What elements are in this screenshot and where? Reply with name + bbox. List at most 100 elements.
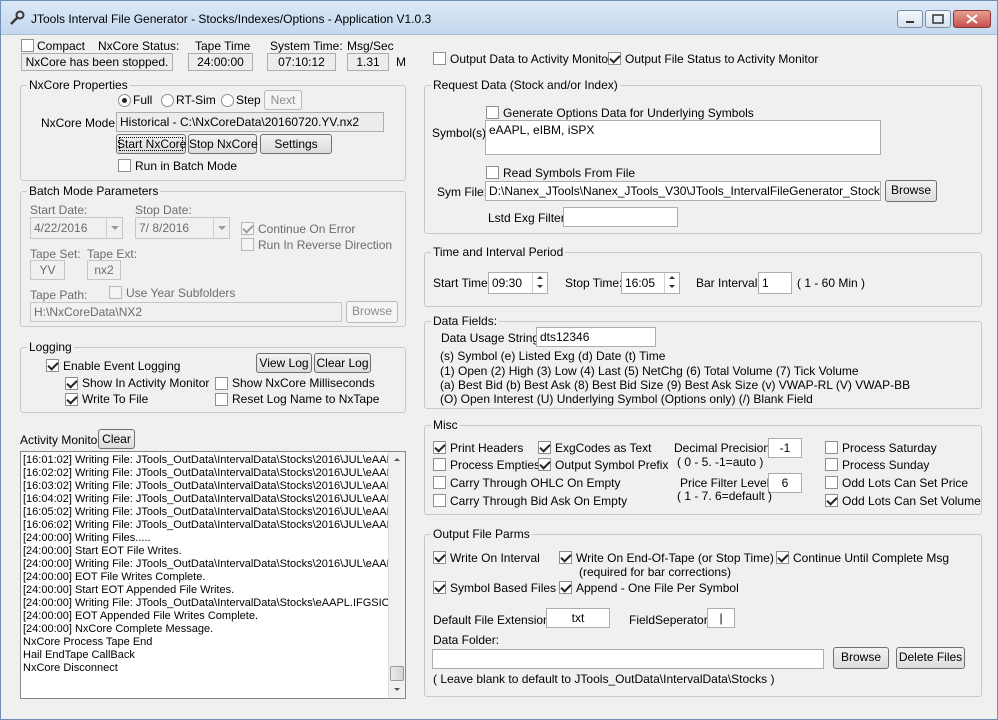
nxcore-status-value: NxCore has been stopped. [21, 53, 173, 71]
decimal-precision-hint: ( 0 - 5. -1=auto ) [677, 455, 764, 469]
delete-files-button[interactable]: Delete Files [896, 647, 965, 669]
symbol-based-files-checkbox[interactable] [433, 581, 446, 594]
system-time-label: System Time: [270, 39, 343, 53]
symbol-based-files-label: Symbol Based Files [450, 581, 557, 595]
price-filter-input[interactable]: 6 [768, 473, 802, 493]
write-to-file-checkbox[interactable] [65, 393, 78, 406]
mode-full-radio[interactable] [118, 94, 131, 107]
year-subfolders-checkbox[interactable] [109, 286, 122, 299]
view-log-button[interactable]: View Log [256, 353, 312, 373]
print-headers-checkbox[interactable] [433, 441, 446, 454]
tape-ext-value[interactable]: nx2 [87, 260, 121, 280]
bar-interval-input[interactable]: 1 [758, 272, 792, 294]
read-symbols-file-checkbox[interactable] [486, 166, 499, 179]
stop-date-dropdown-icon[interactable] [213, 218, 229, 238]
data-folder-label: Data Folder: [433, 633, 500, 647]
compact-checkbox[interactable] [21, 39, 34, 52]
run-batch-checkbox[interactable] [118, 159, 131, 172]
activity-scrollbar[interactable] [388, 452, 405, 698]
start-time-spinner[interactable] [532, 273, 547, 293]
close-button[interactable] [953, 10, 991, 28]
exg-filter-input[interactable] [563, 207, 678, 227]
stop-date-picker[interactable]: 7/ 8/2016 [135, 217, 230, 239]
exgcodes-text-checkbox[interactable] [538, 441, 551, 454]
generate-options-checkbox[interactable] [486, 106, 499, 119]
next-button[interactable]: Next [264, 90, 302, 110]
scroll-thumb[interactable] [390, 666, 404, 681]
spin-down-icon[interactable] [533, 282, 547, 291]
scroll-down-icon[interactable] [389, 682, 405, 698]
tape-set-label: Tape Set: [30, 247, 81, 261]
data-folder-browse-button[interactable]: Browse [833, 647, 889, 669]
tape-path-browse-button[interactable]: Browse [346, 301, 398, 323]
reverse-direction-checkbox[interactable] [241, 238, 254, 251]
stop-time-spinner[interactable] [664, 273, 679, 293]
price-filter-hint: ( 1 - 7. 6=default ) [677, 489, 773, 503]
start-nxcore-button[interactable]: Start NxCore [116, 134, 186, 154]
continue-until-complete-checkbox[interactable] [776, 551, 789, 564]
write-on-eot-checkbox[interactable] [559, 551, 572, 564]
sym-file-browse-button[interactable]: Browse [885, 180, 937, 202]
spin-up-icon[interactable] [533, 273, 547, 282]
activity-monitor-log[interactable]: [16:01:02] Writing File: JTools_OutData\… [20, 451, 406, 699]
tape-path-value[interactable]: H:\NxCoreData\NX2 [30, 302, 342, 322]
enable-logging-checkbox[interactable] [46, 359, 59, 372]
process-sunday-checkbox[interactable] [825, 458, 838, 471]
activity-clear-button[interactable]: Clear [98, 429, 135, 449]
log-line: [24:00:00] EOT File Writes Complete. [23, 571, 206, 583]
nxcore-mode-label: NxCore Mode: [41, 116, 119, 130]
clear-log-button[interactable]: Clear Log [314, 353, 371, 373]
tape-path-label: Tape Path: [30, 288, 88, 302]
process-saturday-checkbox[interactable] [825, 441, 838, 454]
stop-nxcore-button[interactable]: Stop NxCore [188, 134, 258, 154]
reset-log-name-checkbox[interactable] [215, 393, 228, 406]
odd-lots-volume-checkbox[interactable] [825, 494, 838, 507]
start-time-value: 09:30 [492, 276, 523, 290]
symbols-input[interactable]: eAAPL, eIBM, iSPX [485, 120, 881, 155]
exgcodes-text-label: ExgCodes as Text [555, 441, 652, 455]
settings-button[interactable]: Settings [260, 134, 332, 154]
carry-ohlc-checkbox[interactable] [433, 476, 446, 489]
start-date-picker[interactable]: 4/22/2016 [30, 217, 123, 239]
stop-time-input[interactable]: 16:05 [621, 272, 680, 294]
show-ms-checkbox[interactable] [215, 377, 228, 390]
spin-down-icon[interactable] [665, 282, 679, 291]
odd-lots-price-label: Odd Lots Can Set Price [842, 476, 969, 490]
decimal-precision-input[interactable]: -1 [768, 438, 802, 458]
start-date-dropdown-icon[interactable] [106, 218, 122, 238]
data-usage-input[interactable]: dts12346 [536, 327, 656, 347]
mode-rtsim-radio[interactable] [161, 94, 174, 107]
output-file-status-checkbox[interactable] [608, 52, 621, 65]
start-time-input[interactable]: 09:30 [488, 272, 548, 294]
compact-label: Compact [37, 39, 86, 53]
generate-options-label: Generate Options Data for Underlying Sym… [503, 106, 754, 120]
carry-bidask-checkbox[interactable] [433, 494, 446, 507]
log-line: [24:00:00] Writing Files..... [23, 532, 151, 544]
bar-interval-hint: ( 1 - 60 Min ) [797, 276, 866, 290]
title-bar[interactable]: JTools Interval File Generator - Stocks/… [1, 1, 997, 35]
output-symbol-prefix-checkbox[interactable] [538, 458, 551, 471]
odd-lots-volume-label: Odd Lots Can Set Volume [842, 494, 981, 508]
data-folder-input[interactable] [432, 649, 824, 669]
mode-step-label: Step [236, 93, 261, 107]
field-separator-input[interactable]: | [707, 608, 735, 628]
minimize-button[interactable] [897, 10, 923, 28]
mode-step-radio[interactable] [221, 94, 234, 107]
continue-on-error-checkbox[interactable] [241, 222, 254, 235]
stop-date-label: Stop Date: [135, 203, 192, 217]
write-on-interval-checkbox[interactable] [433, 551, 446, 564]
process-empties-checkbox[interactable] [433, 458, 446, 471]
append-one-file-checkbox[interactable] [559, 581, 572, 594]
nxcore-properties-title: NxCore Properties [27, 78, 130, 92]
tape-set-value[interactable]: YV [30, 260, 65, 280]
spin-up-icon[interactable] [665, 273, 679, 282]
maximize-button[interactable] [925, 10, 951, 28]
output-to-activity-checkbox[interactable] [433, 52, 446, 65]
scroll-up-icon[interactable] [389, 452, 405, 468]
default-ext-input[interactable]: txt [546, 608, 610, 628]
output-symbol-prefix-label: Output Symbol Prefix [555, 458, 669, 472]
enable-logging-label: Enable Event Logging [63, 359, 181, 373]
odd-lots-price-checkbox[interactable] [825, 476, 838, 489]
sym-file-input[interactable]: D:\Nanex_JTools\Nanex_JTools_V30\JTools_… [485, 181, 881, 201]
show-activity-checkbox[interactable] [65, 377, 78, 390]
